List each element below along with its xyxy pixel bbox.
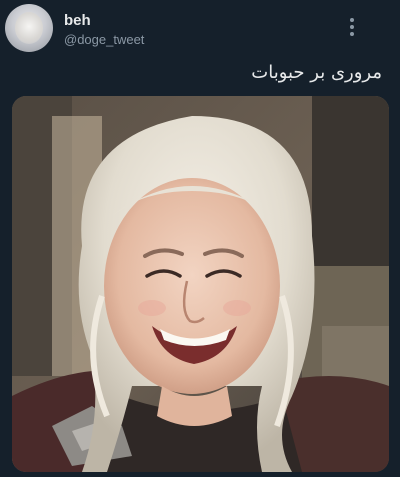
tweet-card: beh @doge_tweet مروری بر حبوبات [0,0,400,477]
more-vertical-icon[interactable] [346,18,358,40]
tweet-text: مروری بر حبوبات [251,62,382,83]
avatar[interactable] [5,4,53,52]
author-display-name[interactable]: beh [64,12,91,29]
avatar-image [15,12,43,44]
author-handle[interactable]: @doge_tweet [64,32,144,47]
tweet-media-image[interactable] [12,96,389,472]
media-illustration [12,96,389,472]
